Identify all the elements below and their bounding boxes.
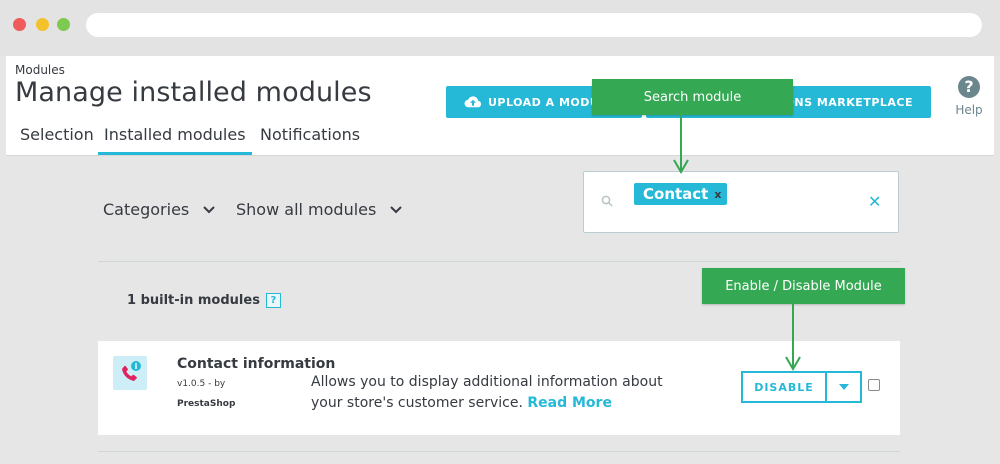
contact-phone-icon: i [113,356,147,390]
browser-chrome [0,0,1000,56]
disable-button[interactable]: DISABLE [741,371,827,403]
module-actions-dropdown[interactable] [827,371,862,403]
help-icon: ? [958,76,980,98]
categories-dropdown[interactable]: Categories [103,200,215,219]
window-minimize-dot[interactable] [36,18,49,31]
caret-down-icon [838,384,849,390]
module-version: v1.0.5 - by [177,379,226,389]
enable-disable-callout: Enable / Disable Module [702,268,905,304]
search-tag[interactable]: Contact x [634,183,728,205]
module-author: PrestaShop [177,399,236,409]
section-divider [98,261,900,262]
question-icon[interactable]: ? [265,293,281,308]
builtin-modules-label: 1 built-in modules [127,293,260,308]
chevron-down-icon [203,205,215,213]
search-icon [601,195,613,207]
cloud-upload-icon [464,96,481,108]
builtin-modules-heading: 1 built-in modules ? [127,293,281,308]
page-header: Modules Manage installed modules Selecti… [6,56,994,156]
remove-tag-icon[interactable]: x [714,188,721,201]
categories-label: Categories [103,200,190,219]
svg-text:i: i [135,362,138,371]
clear-search-icon[interactable]: ✕ [868,192,881,211]
tab-selection[interactable]: Selection [14,125,100,152]
search-tag-label: Contact [643,185,709,203]
search-module-callout: Search module [592,79,793,115]
module-description: Allows you to display additional informa… [311,372,666,414]
show-modules-label: Show all modules [236,200,377,219]
help-label: Help [955,103,983,117]
read-more-link[interactable]: Read More [527,395,612,411]
address-bar[interactable] [86,13,982,37]
module-search-input[interactable]: Contact x ✕ [583,171,899,233]
bottom-divider [98,451,900,452]
module-row: i Contact information v1.0.5 - by Presta… [98,341,900,435]
page-title: Manage installed modules [15,77,372,108]
breadcrumb[interactable]: Modules [15,63,65,77]
window-maximize-dot[interactable] [57,18,70,31]
tab-notifications[interactable]: Notifications [254,125,366,152]
module-select-checkbox[interactable] [868,379,880,391]
show-modules-dropdown[interactable]: Show all modules [236,200,403,219]
tab-installed-modules[interactable]: Installed modules [98,125,252,155]
window-close-dot[interactable] [13,18,26,31]
chevron-down-icon [390,205,403,213]
help-button[interactable]: ? Help [951,76,987,117]
module-name: Contact information [177,356,336,372]
